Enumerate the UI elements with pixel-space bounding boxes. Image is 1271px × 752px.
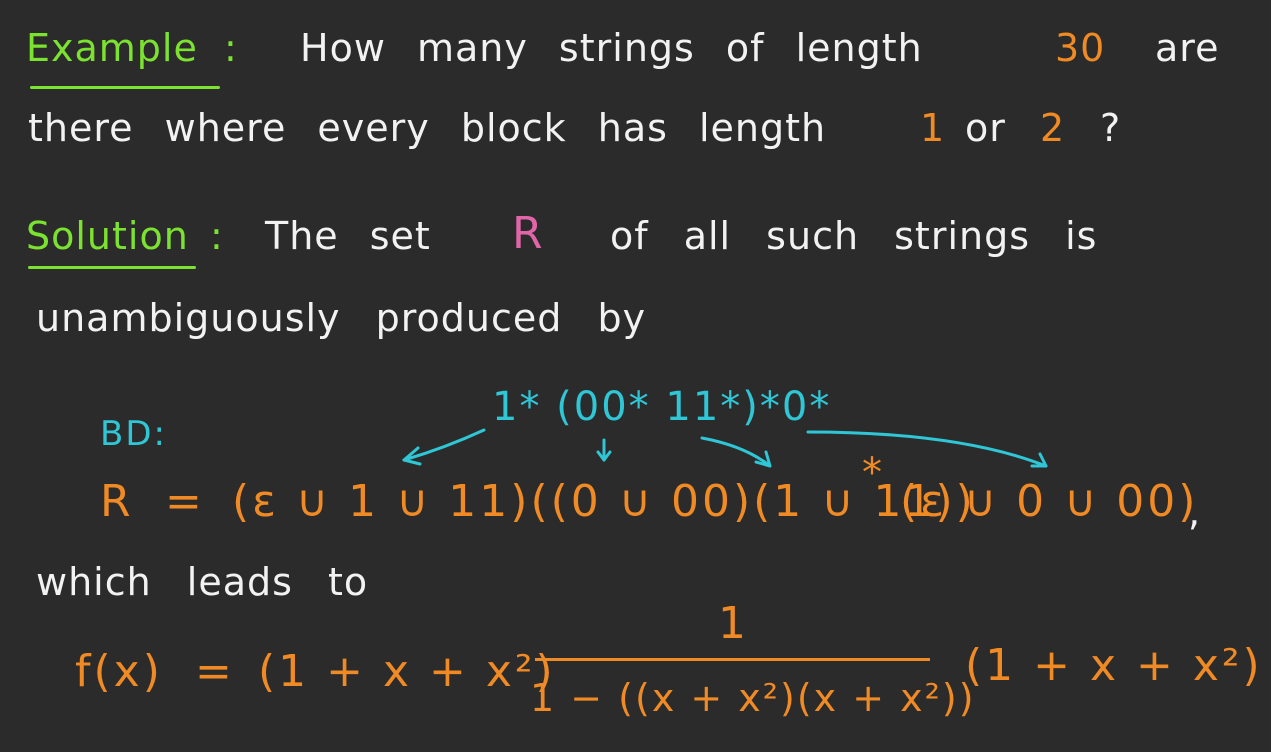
fx-prefactor: (1 + x + x²) — [258, 646, 556, 697]
arrow-to-last-group — [806, 430, 1048, 468]
r-lhs: R — [100, 476, 134, 527]
r-comma: , — [1188, 490, 1202, 534]
fx-postfactor: (1 + x + x²) — [965, 640, 1263, 691]
fx-lhs: f(x) — [75, 646, 163, 697]
leads-text: which leads to — [36, 560, 369, 604]
r-star: * — [862, 450, 885, 496]
r-eq: = — [165, 476, 205, 527]
arrow-to-first-group — [402, 428, 486, 462]
fx-numerator: 1 — [718, 598, 749, 649]
fraction-bar — [535, 658, 930, 661]
fx-denominator: 1 − ((x + x²)(x + x²)) — [530, 676, 976, 720]
r-rhs-b: (ε ∪ 0 ∪ 00) — [900, 476, 1199, 527]
fx-eq: = — [195, 646, 235, 697]
